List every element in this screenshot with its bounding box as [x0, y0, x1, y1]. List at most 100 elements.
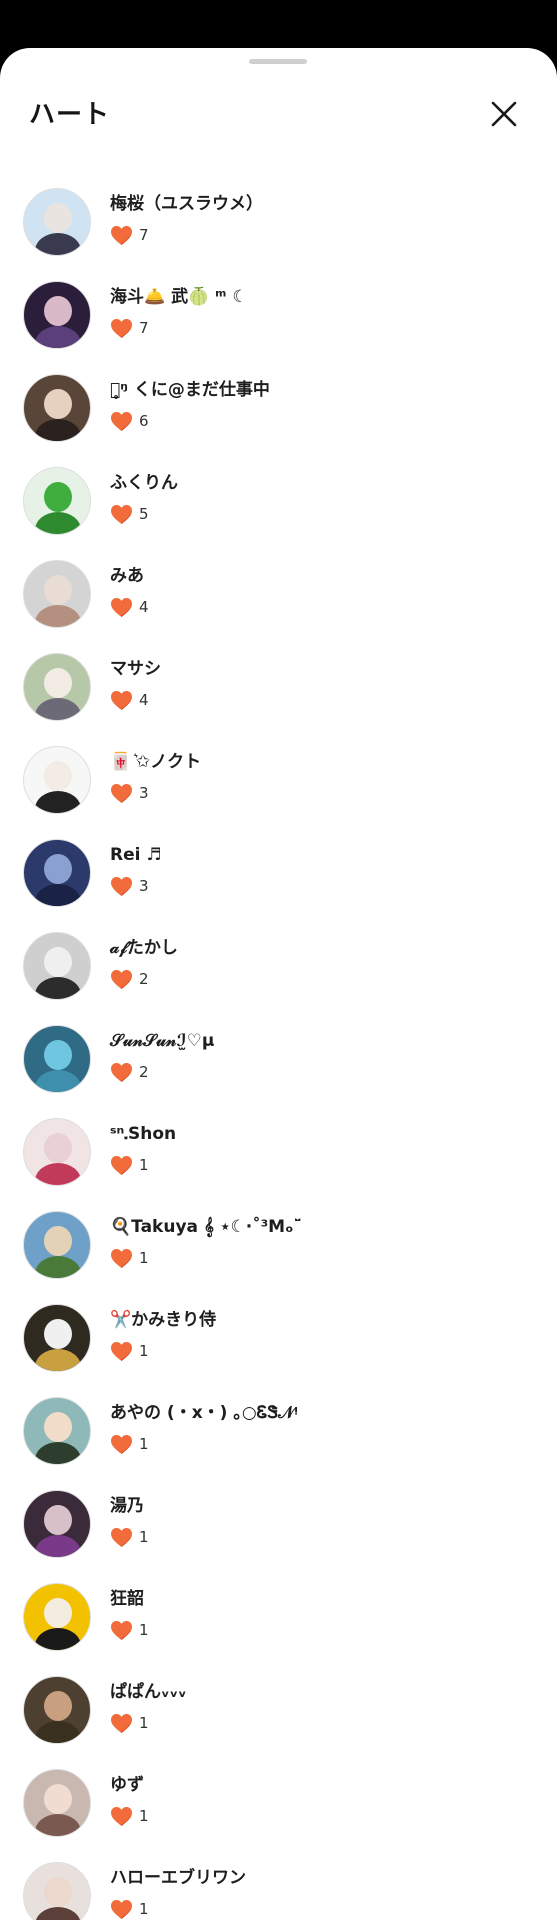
- avatar[interactable]: [23, 374, 91, 442]
- user-name[interactable]: ふくりん: [110, 471, 178, 495]
- user-name[interactable]: 𝒶𝒻たかし: [110, 936, 178, 960]
- heart-count-row: 5: [110, 502, 149, 526]
- heart-count-row: 2: [110, 967, 149, 991]
- user-name[interactable]: 湯乃: [110, 1494, 144, 1518]
- avatar[interactable]: [23, 932, 91, 1000]
- avatar[interactable]: [23, 1490, 91, 1558]
- heart-count-row: 4: [110, 688, 149, 712]
- list-item[interactable]: 海斗🛎️ 武🍈 ᵐ ☾ 7: [0, 269, 557, 362]
- avatar-figure-body: [35, 1814, 81, 1836]
- user-name[interactable]: ✂️かみきり侍: [110, 1308, 216, 1332]
- list-item[interactable]: あやの (・x・) ｡○ᏋᏕ𝒩ᵎ 1: [0, 1385, 557, 1478]
- avatar-figure-face: [44, 1226, 72, 1256]
- list-item[interactable]: ˢⁿ᎐Shon 1: [0, 1106, 557, 1199]
- avatar-figure-body: [35, 1163, 81, 1185]
- avatar-figure-face: [44, 761, 72, 791]
- drag-handle[interactable]: [249, 59, 307, 64]
- heart-icon: [111, 597, 132, 617]
- list-item[interactable]: 𝒮𝓊𝓃𝒮𝓊𝓃ℐ̫♡μ 2: [0, 1013, 557, 1106]
- heart-count: 2: [139, 1063, 149, 1081]
- list-item[interactable]: マサシ 4: [0, 641, 557, 734]
- avatar[interactable]: [23, 839, 91, 907]
- list-item[interactable]: 🍳Takuya 𝄞 ⋆☾·˚³Mₒ˘̈ 1: [0, 1199, 557, 1292]
- avatar-figure-face: [44, 1505, 72, 1535]
- avatar[interactable]: [23, 653, 91, 721]
- heart-count: 1: [139, 1435, 149, 1453]
- avatar[interactable]: [23, 1397, 91, 1465]
- avatar[interactable]: [23, 188, 91, 256]
- avatar[interactable]: [23, 1862, 91, 1920]
- heart-icon: [111, 1806, 132, 1826]
- heart-count-row: 7: [110, 316, 149, 340]
- avatar[interactable]: [23, 1304, 91, 1372]
- list-item[interactable]: 梅桜（ユスラウメ） 7: [0, 176, 557, 269]
- avatar-figure-body: [35, 233, 81, 255]
- avatar[interactable]: [23, 1025, 91, 1093]
- heart-count: 3: [139, 784, 149, 802]
- heart-icon: [111, 969, 132, 989]
- heart-count-row: 4: [110, 595, 149, 619]
- heart-icon: [111, 318, 132, 338]
- list-item[interactable]: ｋ̥ᵑ くに@まだ仕事中 6: [0, 362, 557, 455]
- heart-count-row: 1: [110, 1525, 149, 1549]
- list-item[interactable]: ゆず 1: [0, 1757, 557, 1850]
- heart-count: 1: [139, 1714, 149, 1732]
- user-name[interactable]: ˢⁿ᎐Shon: [110, 1122, 176, 1146]
- avatar[interactable]: [23, 1118, 91, 1186]
- avatar-figure-face: [44, 1598, 72, 1628]
- list-item[interactable]: ふくりん 5: [0, 455, 557, 548]
- user-name[interactable]: 𝒮𝓊𝓃𝒮𝓊𝓃ℐ̫♡μ: [110, 1029, 214, 1053]
- avatar[interactable]: [23, 746, 91, 814]
- list-item[interactable]: ハローエブリワン 1: [0, 1850, 557, 1920]
- user-name[interactable]: Rei ♬: [110, 843, 162, 867]
- heart-icon: [111, 1620, 132, 1640]
- user-name[interactable]: ゆず: [110, 1773, 144, 1797]
- user-name[interactable]: ぱぱんᵥᵥᵥ: [110, 1680, 187, 1704]
- user-name[interactable]: 狂韶: [110, 1587, 144, 1611]
- user-name[interactable]: ハローエブリワン: [110, 1866, 246, 1890]
- avatar[interactable]: [23, 467, 91, 535]
- avatar-figure-face: [44, 1784, 72, 1814]
- user-name[interactable]: 梅桜（ユスラウメ）: [110, 192, 263, 216]
- user-name[interactable]: 🍳Takuya 𝄞 ⋆☾·˚³Mₒ˘̈: [110, 1215, 302, 1239]
- heart-count: 4: [139, 691, 149, 709]
- close-button[interactable]: [488, 98, 520, 130]
- avatar-figure-body: [35, 1907, 81, 1920]
- sheet-title: ハート: [29, 100, 111, 130]
- avatar[interactable]: [23, 560, 91, 628]
- heart-icon: [111, 876, 132, 896]
- avatar[interactable]: [23, 281, 91, 349]
- heart-count: 1: [139, 1249, 149, 1267]
- heart-count-row: 1: [110, 1618, 149, 1642]
- avatar[interactable]: [23, 1583, 91, 1651]
- list-item[interactable]: 𝒶𝒻たかし 2: [0, 920, 557, 1013]
- avatar-figure-face: [44, 854, 72, 884]
- list-item[interactable]: ✂️かみきり侍 1: [0, 1292, 557, 1385]
- avatar[interactable]: [23, 1769, 91, 1837]
- list-item[interactable]: 🀄 ͛✩ノクト 3: [0, 734, 557, 827]
- avatar-figure-face: [44, 1133, 72, 1163]
- avatar[interactable]: [23, 1676, 91, 1744]
- avatar[interactable]: [23, 1211, 91, 1279]
- user-name[interactable]: みあ: [110, 564, 144, 588]
- avatar-figure-face: [44, 389, 72, 419]
- user-name[interactable]: 🀄 ͛✩ノクト: [110, 750, 201, 774]
- list-item[interactable]: ぱぱんᵥᵥᵥ 1: [0, 1664, 557, 1757]
- list-item[interactable]: 湯乃 1: [0, 1478, 557, 1571]
- user-list: 梅桜（ユスラウメ） 7 海斗🛎️ 武🍈 ᵐ ☾ 7 ｋ̥ᵑ くに@まだ仕事中 6 ふくりん 5…: [0, 176, 557, 1920]
- avatar-figure-face: [44, 1877, 72, 1907]
- list-item[interactable]: 狂韶 1: [0, 1571, 557, 1664]
- heart-icon: [111, 504, 132, 524]
- list-item[interactable]: Rei ♬ 3: [0, 827, 557, 920]
- user-name[interactable]: 海斗🛎️ 武🍈 ᵐ ☾: [110, 285, 248, 309]
- heart-count: 3: [139, 877, 149, 895]
- user-name[interactable]: あやの (・x・) ｡○ᏋᏕ𝒩ᵎ: [110, 1401, 298, 1425]
- heart-count: 1: [139, 1156, 149, 1174]
- heart-icon: [111, 1155, 132, 1175]
- avatar-figure-body: [35, 1721, 81, 1743]
- user-name[interactable]: ｋ̥ᵑ くに@まだ仕事中: [110, 378, 270, 402]
- list-item[interactable]: みあ 4: [0, 548, 557, 641]
- avatar-figure-body: [35, 512, 81, 534]
- heart-count: 1: [139, 1807, 149, 1825]
- user-name[interactable]: マサシ: [110, 657, 161, 681]
